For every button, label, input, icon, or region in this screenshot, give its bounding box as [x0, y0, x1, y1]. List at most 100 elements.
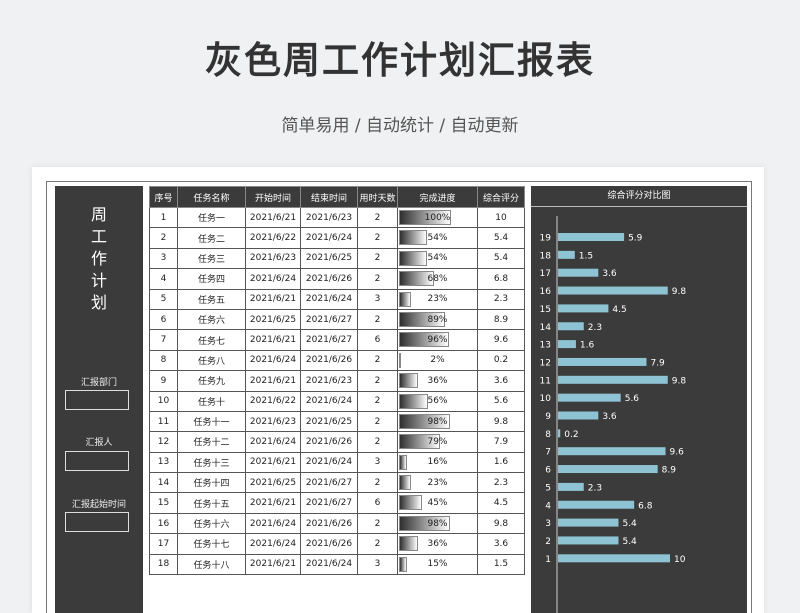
cell-task-name[interactable]: 任务五 [177, 288, 246, 310]
cell-progress[interactable]: 36% [397, 370, 478, 392]
cell-days-used[interactable]: 2 [357, 533, 398, 555]
cell-days-used[interactable]: 2 [357, 390, 398, 412]
cell-index[interactable]: 9 [149, 370, 178, 392]
cell-index[interactable]: 1 [149, 206, 178, 229]
cell-progress[interactable]: 100% [397, 206, 478, 229]
cell-score[interactable]: 5.4 [477, 247, 525, 270]
cell-days-used[interactable]: 2 [357, 227, 398, 249]
cell-score[interactable]: 4.5 [477, 492, 525, 514]
cell-end-time[interactable]: 2021/6/27 [300, 308, 358, 331]
cell-end-time[interactable]: 2021/6/27 [300, 472, 358, 494]
cell-end-time[interactable]: 2021/6/24 [300, 390, 358, 412]
cell-task-name[interactable]: 任务十二 [177, 431, 246, 453]
cell-days-used[interactable]: 2 [357, 370, 398, 392]
cell-end-time[interactable]: 2021/6/27 [300, 492, 358, 514]
cell-index[interactable]: 15 [149, 492, 178, 514]
cell-start-time[interactable]: 2021/6/21 [245, 492, 301, 514]
cell-days-used[interactable]: 6 [357, 329, 398, 351]
cell-start-time[interactable]: 2021/6/22 [245, 227, 301, 249]
cell-index[interactable]: 4 [149, 268, 178, 290]
cell-days-used[interactable]: 3 [357, 288, 398, 310]
cell-progress[interactable]: 98% [397, 512, 478, 535]
cell-score[interactable]: 9.6 [477, 329, 525, 351]
cell-score[interactable]: 10 [477, 206, 525, 229]
cell-task-name[interactable]: 任务二 [177, 227, 246, 249]
report-start-time-field[interactable] [65, 512, 129, 532]
cell-days-used[interactable]: 2 [357, 308, 398, 331]
cell-progress[interactable]: 54% [397, 247, 478, 270]
cell-index[interactable]: 8 [149, 349, 178, 372]
cell-score[interactable]: 7.9 [477, 431, 525, 453]
cell-score[interactable]: 3.6 [477, 370, 525, 392]
cell-progress[interactable]: 23% [397, 472, 478, 494]
cell-start-time[interactable]: 2021/6/21 [245, 329, 301, 351]
cell-start-time[interactable]: 2021/6/24 [245, 431, 301, 453]
cell-score[interactable]: 9.8 [477, 410, 525, 433]
cell-progress[interactable]: 89% [397, 308, 478, 331]
cell-task-name[interactable]: 任务八 [177, 349, 246, 372]
cell-start-time[interactable]: 2021/6/21 [245, 288, 301, 310]
cell-start-time[interactable]: 2021/6/24 [245, 349, 301, 372]
cell-end-time[interactable]: 2021/6/24 [300, 288, 358, 310]
cell-task-name[interactable]: 任务十八 [177, 553, 246, 576]
cell-progress[interactable]: 36% [397, 533, 478, 555]
cell-end-time[interactable]: 2021/6/24 [300, 553, 358, 576]
cell-index[interactable]: 7 [149, 329, 178, 351]
cell-index[interactable]: 17 [149, 533, 178, 555]
cell-end-time[interactable]: 2021/6/26 [300, 349, 358, 372]
cell-end-time[interactable]: 2021/6/25 [300, 410, 358, 433]
cell-index[interactable]: 3 [149, 247, 178, 270]
cell-progress[interactable]: 45% [397, 492, 478, 514]
cell-end-time[interactable]: 2021/6/25 [300, 247, 358, 270]
cell-score[interactable]: 5.6 [477, 390, 525, 412]
cell-progress[interactable]: 56% [397, 390, 478, 412]
cell-progress[interactable]: 2% [397, 349, 478, 372]
cell-progress[interactable]: 96% [397, 329, 478, 351]
cell-score[interactable]: 0.2 [477, 349, 525, 372]
cell-end-time[interactable]: 2021/6/27 [300, 329, 358, 351]
cell-task-name[interactable]: 任务四 [177, 268, 246, 290]
cell-progress[interactable]: 15% [397, 553, 478, 576]
cell-task-name[interactable]: 任务十一 [177, 410, 246, 433]
cell-task-name[interactable]: 任务六 [177, 308, 246, 331]
cell-score[interactable]: 6.8 [477, 268, 525, 290]
cell-start-time[interactable]: 2021/6/25 [245, 308, 301, 331]
cell-progress[interactable]: 54% [397, 227, 478, 249]
cell-days-used[interactable]: 2 [357, 512, 398, 535]
cell-score[interactable]: 1.6 [477, 451, 525, 474]
cell-days-used[interactable]: 2 [357, 247, 398, 270]
cell-days-used[interactable]: 2 [357, 472, 398, 494]
cell-task-name[interactable]: 任务一 [177, 206, 246, 229]
cell-days-used[interactable]: 2 [357, 410, 398, 433]
cell-task-name[interactable]: 任务十三 [177, 451, 246, 474]
cell-start-time[interactable]: 2021/6/23 [245, 410, 301, 433]
cell-score[interactable]: 3.6 [477, 533, 525, 555]
cell-progress[interactable]: 23% [397, 288, 478, 310]
cell-score[interactable]: 2.3 [477, 288, 525, 310]
cell-start-time[interactable]: 2021/6/24 [245, 268, 301, 290]
cell-index[interactable]: 2 [149, 227, 178, 249]
cell-days-used[interactable]: 2 [357, 268, 398, 290]
cell-days-used[interactable]: 3 [357, 451, 398, 474]
cell-task-name[interactable]: 任务十四 [177, 472, 246, 494]
cell-task-name[interactable]: 任务七 [177, 329, 246, 351]
cell-days-used[interactable]: 3 [357, 553, 398, 576]
cell-index[interactable]: 6 [149, 308, 178, 331]
reporter-field[interactable] [65, 451, 129, 471]
cell-end-time[interactable]: 2021/6/26 [300, 533, 358, 555]
cell-start-time[interactable]: 2021/6/23 [245, 247, 301, 270]
report-department-field[interactable] [65, 390, 129, 410]
cell-start-time[interactable]: 2021/6/21 [245, 206, 301, 229]
cell-index[interactable]: 11 [149, 410, 178, 433]
cell-task-name[interactable]: 任务十五 [177, 492, 246, 514]
cell-index[interactable]: 16 [149, 512, 178, 535]
cell-score[interactable]: 2.3 [477, 472, 525, 494]
cell-task-name[interactable]: 任务九 [177, 370, 246, 392]
cell-start-time[interactable]: 2021/6/25 [245, 472, 301, 494]
cell-start-time[interactable]: 2021/6/21 [245, 370, 301, 392]
cell-score[interactable]: 5.4 [477, 227, 525, 249]
cell-end-time[interactable]: 2021/6/26 [300, 268, 358, 290]
cell-index[interactable]: 18 [149, 553, 178, 576]
cell-end-time[interactable]: 2021/6/26 [300, 431, 358, 453]
cell-start-time[interactable]: 2021/6/22 [245, 390, 301, 412]
